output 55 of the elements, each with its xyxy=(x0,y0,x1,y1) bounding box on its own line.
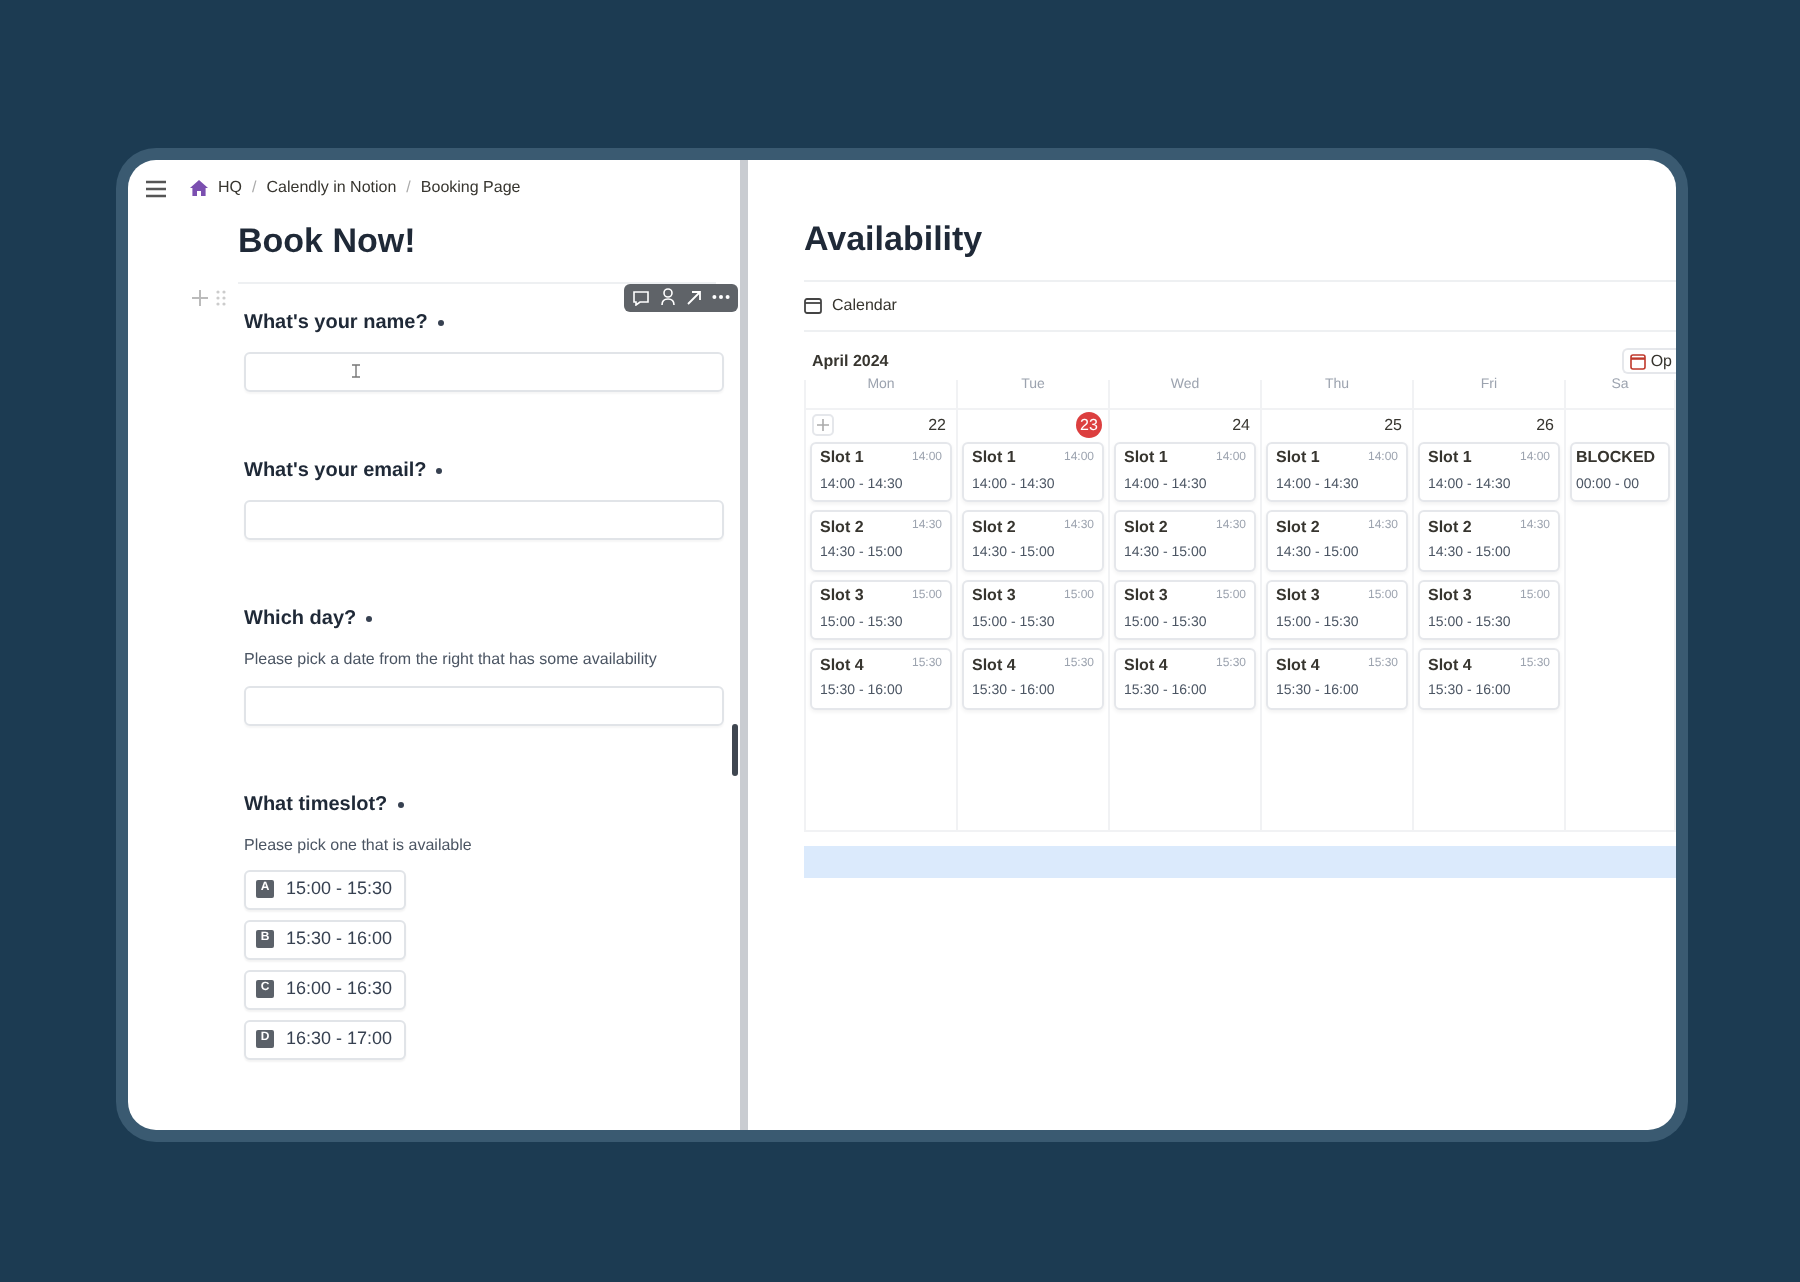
question-description: Please pick one that is available xyxy=(244,833,474,857)
input-field[interactable] xyxy=(244,351,724,391)
calendar-title: Availability xyxy=(804,160,1676,281)
event-title: Slot 1 xyxy=(1124,446,1168,470)
date-number: 23 xyxy=(1076,412,1102,438)
event-title: Slot 1 xyxy=(1276,446,1320,470)
event-title: Slot 2 xyxy=(1428,515,1472,539)
event-title: Slot 2 xyxy=(1276,515,1320,539)
breadcrumb-separator: / xyxy=(406,176,411,200)
event-title: Slot 2 xyxy=(1124,515,1168,539)
question-label: What's your name? xyxy=(244,310,428,338)
open-button[interactable]: Op xyxy=(1622,348,1676,374)
event-title: Slot 1 xyxy=(972,446,1016,470)
calendar-icon xyxy=(804,297,822,313)
form-title: Book Now! xyxy=(238,216,716,283)
event-title: Slot 3 xyxy=(972,584,1016,608)
arrow-icon[interactable] xyxy=(686,289,702,305)
question-description: Please pick a date from the right that has some availability xyxy=(244,647,659,671)
breadcrumb-link[interactable]: Calendly in Notion xyxy=(266,176,397,200)
event-title: Slot 4 xyxy=(820,653,864,677)
date-number: 25 xyxy=(1384,413,1404,437)
event-title: Slot 4 xyxy=(972,653,1016,677)
event-title: Slot 1 xyxy=(820,446,864,470)
breadcrumb-link[interactable]: HQ xyxy=(218,176,242,200)
calendar-icon xyxy=(1630,353,1647,369)
question-label: What timeslot? xyxy=(244,792,388,820)
month-label: April 2024 xyxy=(812,349,889,373)
menu-icon[interactable] xyxy=(146,179,166,197)
breadcrumb-separator: / xyxy=(252,176,257,200)
more-icon[interactable] xyxy=(712,294,730,300)
event-title: Slot 3 xyxy=(1124,584,1168,608)
comment-icon[interactable] xyxy=(632,289,650,305)
event-title: Slot 3 xyxy=(820,584,864,608)
event-title: Slot 1 xyxy=(1428,446,1472,470)
date-number: 26 xyxy=(1536,413,1556,437)
drag-handle-icon[interactable] xyxy=(216,289,226,305)
question-label: What's your email? xyxy=(244,458,427,486)
question-label: Which day? xyxy=(244,606,357,634)
event-title: Slot 4 xyxy=(1124,653,1168,677)
date-number: 24 xyxy=(1232,413,1252,437)
event-title: Slot 4 xyxy=(1276,653,1320,677)
person-icon[interactable] xyxy=(660,288,676,306)
event-title: Slot 3 xyxy=(1428,584,1472,608)
event-title: Slot 4 xyxy=(1428,653,1472,677)
event-title: BLOCKED xyxy=(1576,446,1656,470)
event-title: Slot 3 xyxy=(1276,584,1320,608)
scroll-thumb[interactable] xyxy=(732,723,738,775)
breadcrumb-link[interactable]: Booking Page xyxy=(420,176,521,200)
input-field[interactable] xyxy=(244,499,724,539)
event-title: Slot 2 xyxy=(820,515,864,539)
input-field[interactable] xyxy=(244,685,724,725)
home-icon xyxy=(190,180,208,196)
event-title: Slot 2 xyxy=(972,515,1016,539)
calendar-view-tab[interactable]: Calendar xyxy=(832,293,897,317)
date-number: 22 xyxy=(928,413,948,437)
